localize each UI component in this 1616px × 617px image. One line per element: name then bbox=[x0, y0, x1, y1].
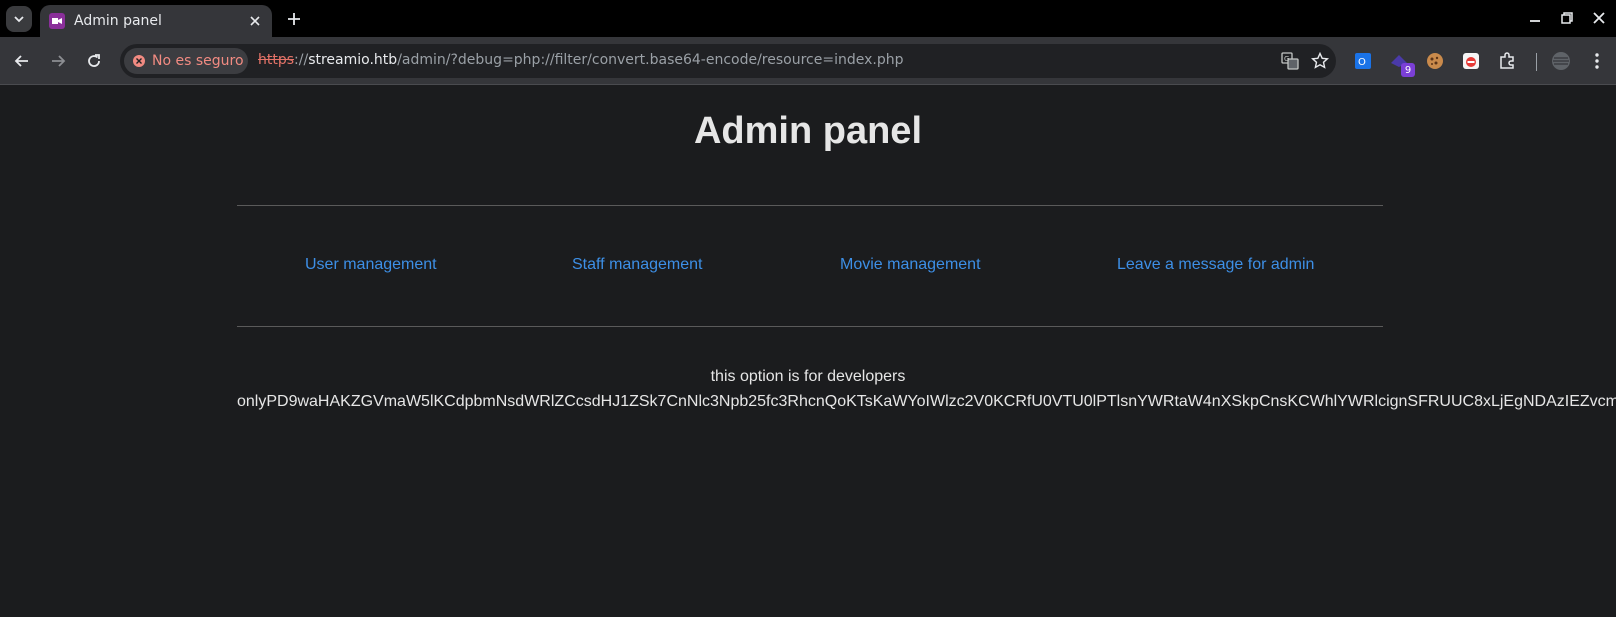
extension-hacking-tool-button[interactable]: 9 bbox=[1387, 49, 1415, 77]
profile-button[interactable] bbox=[1549, 49, 1573, 73]
page-content: Admin panel User management Staff manage… bbox=[0, 86, 1616, 617]
tab-search-button[interactable] bbox=[6, 6, 32, 32]
restore-window-button[interactable] bbox=[1557, 8, 1577, 28]
blocker-icon bbox=[1463, 53, 1479, 69]
address-bar[interactable]: No es seguro https://streamio.htb/admin/… bbox=[120, 44, 1336, 78]
tab-close-button[interactable] bbox=[245, 11, 265, 31]
puzzle-icon bbox=[1500, 52, 1514, 69]
developer-note: this option is for developers bbox=[710, 368, 906, 385]
arrow-right-icon bbox=[52, 55, 66, 67]
debug-output: onlyPD9waHAKZGVmaW5lKCdpbmNsdWRlZCcsdHJ1… bbox=[237, 393, 1616, 410]
bookmark-button[interactable] bbox=[1310, 51, 1330, 71]
forward-button[interactable] bbox=[44, 47, 72, 75]
staff-management-link[interactable]: Staff management bbox=[572, 256, 702, 274]
arrow-left-icon bbox=[14, 55, 28, 67]
browser-toolbar: No es seguro https://streamio.htb/admin/… bbox=[0, 37, 1616, 85]
url-path: /admin/?debug=php://filter/convert.base6… bbox=[397, 52, 904, 68]
minimize-window-button[interactable] bbox=[1525, 8, 1545, 28]
divider-bottom bbox=[237, 326, 1383, 327]
security-label: No es seguro bbox=[152, 53, 244, 69]
cookie-icon bbox=[1427, 53, 1443, 69]
minimize-icon bbox=[1530, 20, 1540, 22]
divider-top bbox=[237, 205, 1383, 206]
chevron-down-icon bbox=[14, 16, 24, 23]
avatar-icon bbox=[1552, 52, 1570, 70]
toolbar-separator bbox=[1536, 53, 1537, 71]
new-tab-button[interactable] bbox=[282, 7, 306, 31]
kebab-menu-icon bbox=[1595, 53, 1599, 69]
not-secure-icon bbox=[133, 55, 145, 67]
browser-menu-button[interactable] bbox=[1585, 49, 1609, 73]
svg-text:O: O bbox=[1358, 57, 1366, 68]
browser-tab-strip: Admin panel bbox=[0, 0, 1616, 37]
close-icon bbox=[250, 16, 260, 26]
restore-icon bbox=[1561, 12, 1573, 24]
plus-icon bbox=[288, 13, 300, 25]
translate-button[interactable]: G bbox=[1280, 51, 1300, 71]
reload-button[interactable] bbox=[80, 47, 108, 75]
page-title: Admin panel bbox=[693, 110, 923, 152]
url-text[interactable]: https://streamio.htb/admin/?debug=php://… bbox=[258, 52, 904, 68]
url-separator: :// bbox=[294, 52, 309, 68]
reload-icon bbox=[88, 54, 100, 67]
close-window-button[interactable] bbox=[1589, 8, 1609, 28]
star-icon bbox=[1311, 52, 1329, 69]
back-button[interactable] bbox=[8, 47, 36, 75]
translate-icon: G bbox=[1281, 52, 1299, 70]
security-indicator[interactable]: No es seguro bbox=[124, 48, 248, 74]
extension-outlook-button[interactable]: O bbox=[1351, 49, 1375, 73]
extension-badge: 9 bbox=[1401, 63, 1415, 77]
extension-blocker-button[interactable] bbox=[1459, 49, 1483, 73]
site-favicon-icon bbox=[49, 13, 65, 29]
user-management-link[interactable]: User management bbox=[305, 256, 437, 274]
extension-cookie-button[interactable] bbox=[1423, 49, 1447, 73]
extensions-menu-button[interactable] bbox=[1495, 49, 1519, 73]
leave-message-link[interactable]: Leave a message for admin bbox=[1117, 256, 1314, 274]
url-host: streamio.htb bbox=[308, 52, 398, 68]
tab-title: Admin panel bbox=[74, 13, 162, 29]
close-icon bbox=[1593, 12, 1605, 24]
tab-admin-panel[interactable]: Admin panel bbox=[40, 5, 272, 37]
url-scheme: https bbox=[258, 52, 295, 68]
svg-text:G: G bbox=[1284, 55, 1289, 63]
movie-management-link[interactable]: Movie management bbox=[840, 256, 981, 274]
outlook-icon: O bbox=[1355, 53, 1371, 69]
